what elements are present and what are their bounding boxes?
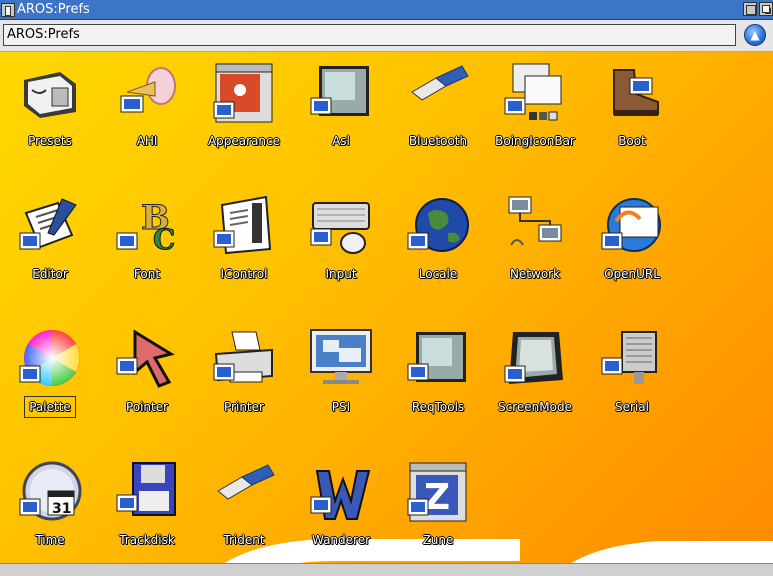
icon-label: Appearance: [207, 134, 281, 148]
icon-label: Locale: [418, 267, 458, 281]
depth-icon[interactable]: [759, 2, 773, 16]
icon-reqtools[interactable]: ReqTools: [390, 328, 486, 415]
color-wheel-icon: [19, 330, 80, 386]
icon-label: BoingIconBar: [495, 134, 575, 148]
window-title-bar[interactable]: AROS:Prefs: [0, 0, 773, 20]
icon-zune[interactable]: Z Zune: [390, 461, 486, 548]
usb-plug-icon: [217, 464, 275, 500]
icon-label: Time: [35, 533, 65, 547]
file-requester-icon: [310, 66, 369, 116]
svg-text:C: C: [153, 223, 175, 256]
icon-label: Trackdisk: [119, 533, 175, 547]
icon-label: Trident: [223, 533, 265, 547]
icon-label: Network: [509, 267, 561, 281]
icon-network[interactable]: Network: [487, 195, 583, 282]
icon-label: Boot: [618, 134, 646, 148]
icon-label: PSI: [331, 400, 351, 414]
icon-font[interactable]: B C Font: [99, 195, 195, 282]
icon-label: Presets: [28, 134, 72, 148]
icon-label: Zune: [422, 533, 454, 547]
icon-boingiconbar[interactable]: BoingIconBar: [487, 62, 583, 149]
status-bar: [0, 563, 773, 576]
title-bar-gadgets: [741, 2, 773, 16]
icon-label: Bluetooth: [408, 134, 468, 148]
icon-presets[interactable]: Presets: [2, 62, 98, 149]
icon-label: Pointer: [125, 400, 169, 414]
network-computers-icon: [508, 196, 562, 246]
icon-trident[interactable]: Trident: [196, 461, 292, 548]
icon-label: Palette: [24, 396, 76, 418]
pointer-arrow-icon: [116, 329, 175, 388]
icon-printer[interactable]: Printer: [196, 328, 292, 415]
icon-icontrol[interactable]: IControl: [196, 195, 292, 282]
icon-label: Editor: [32, 267, 68, 281]
monitor-screen-icon: [310, 329, 372, 384]
keyboard-mouse-icon: [310, 202, 370, 254]
icon-input[interactable]: Input: [293, 195, 389, 282]
icon-label: ScreenMode: [498, 400, 572, 414]
path-field[interactable]: AROS:Prefs: [3, 24, 736, 46]
icon-editor[interactable]: Editor: [2, 195, 98, 282]
globe-icon: [407, 198, 469, 252]
clock-calendar-icon: 31: [19, 461, 82, 521]
icon-label: Printer: [224, 400, 264, 414]
path-toolbar: AROS:Prefs ▲: [0, 20, 773, 52]
icon-palette[interactable]: Palette: [2, 328, 98, 418]
icon-label: Font: [133, 267, 161, 281]
window-controls-icon: [213, 195, 272, 255]
icon-time[interactable]: 31 Time: [2, 461, 98, 548]
crt-monitor-icon: [504, 332, 563, 384]
icon-locale[interactable]: Locale: [390, 195, 486, 282]
icon-screenmode[interactable]: ScreenMode: [487, 328, 583, 415]
icon-pointer[interactable]: Pointer: [99, 328, 195, 415]
serial-connector-icon: [601, 331, 657, 384]
arrow-up-icon: ▲: [750, 28, 760, 42]
icon-openurl[interactable]: OpenURL: [584, 195, 680, 282]
icon-trackdisk[interactable]: Trackdisk: [99, 461, 195, 548]
icon-bar-windows-icon: [504, 63, 562, 121]
presets-drawer-icon: [24, 72, 76, 118]
svg-text:31: 31: [52, 501, 71, 517]
icon-label: Asl: [332, 134, 350, 148]
font-letters-icon: B C: [116, 198, 176, 257]
icon-wanderer[interactable]: Wanderer: [293, 461, 389, 548]
window-title: AROS:Prefs: [17, 2, 90, 17]
icon-label: Wanderer: [311, 533, 371, 547]
icon-label: IControl: [220, 267, 268, 281]
boot-icon: [613, 69, 659, 116]
icon-asl[interactable]: Asl: [293, 62, 389, 149]
zoom-icon[interactable]: [743, 2, 757, 16]
icon-view[interactable]: Presets AHI Appearance Asl Bluetooth Boi…: [0, 52, 773, 563]
usb-stick-icon: [411, 65, 469, 101]
icon-serial[interactable]: Serial: [584, 328, 680, 415]
icon-label: Input: [325, 267, 357, 281]
icon-ahi[interactable]: AHI: [99, 62, 195, 149]
icon-label: OpenURL: [604, 267, 660, 281]
icon-psi[interactable]: PSI: [293, 328, 389, 415]
printer-icon: [213, 331, 273, 383]
icon-boot[interactable]: Boot: [584, 62, 680, 149]
clipboard-pen-icon: [19, 198, 77, 250]
appearance-window-icon: [213, 63, 273, 123]
wanderer-w-icon: [310, 470, 371, 520]
icon-label: AHI: [136, 134, 158, 148]
icon-label: Serial: [615, 400, 649, 414]
requester-tools-icon: [407, 332, 466, 382]
parent-directory-button[interactable]: ▲: [744, 24, 766, 46]
icon-bluetooth[interactable]: Bluetooth: [390, 62, 486, 149]
floppy-disk-icon: [116, 462, 176, 516]
icon-label: ReqTools: [411, 400, 465, 414]
close-window-icon[interactable]: [1, 2, 15, 17]
horn-speaker-icon: [120, 67, 176, 113]
open-url-icon: [601, 198, 661, 252]
icon-appearance[interactable]: Appearance: [196, 62, 292, 149]
zune-z-icon: Z: [407, 462, 467, 522]
